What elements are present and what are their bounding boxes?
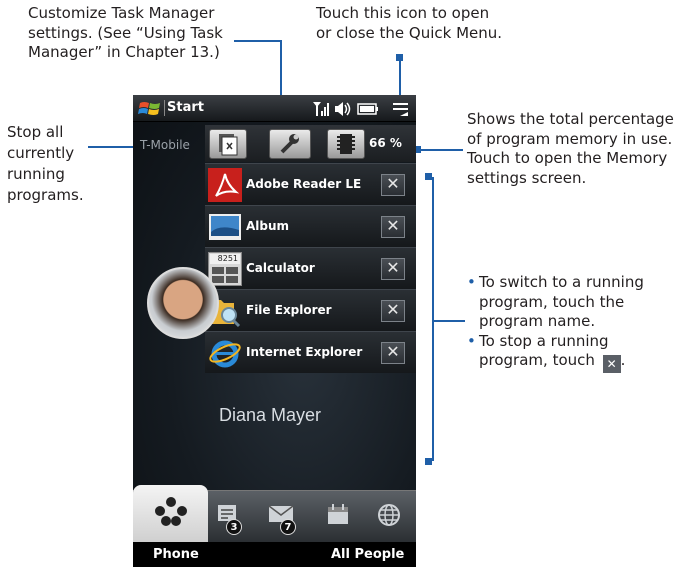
callout-line: To switch to a running bbox=[479, 273, 644, 291]
title-start: Start bbox=[167, 100, 204, 115]
calculator-display: 8251 bbox=[210, 254, 240, 264]
close-program-button[interactable]: ✕ bbox=[381, 174, 405, 196]
tab-messages[interactable]: 3 bbox=[208, 491, 260, 543]
internet-explorer-icon bbox=[209, 340, 241, 368]
calculator-icon: 8251 bbox=[208, 252, 242, 286]
callout-running-programs: • To switch to a running program, touch … bbox=[467, 273, 644, 373]
calculator-keys bbox=[209, 265, 241, 285]
callout-line: To stop a running bbox=[479, 331, 609, 350]
windows-start-icon[interactable] bbox=[138, 99, 164, 119]
callout-line: running bbox=[7, 165, 65, 183]
program-row[interactable]: File Explorer ✕ bbox=[205, 289, 416, 331]
wrench-icon bbox=[280, 134, 299, 154]
memory-chip-icon bbox=[337, 134, 355, 154]
callout-line: of program memory in use. bbox=[467, 129, 673, 148]
program-row[interactable]: Internet Explorer ✕ bbox=[205, 331, 416, 373]
callout-line: settings screen. bbox=[467, 168, 587, 187]
task-manager-toolbar: 66 % bbox=[205, 125, 416, 162]
internet-icon bbox=[378, 504, 400, 526]
tab-calendar[interactable] bbox=[314, 491, 364, 543]
bullet-glyph: • bbox=[467, 331, 476, 350]
callout-line: or close the Quick Menu. bbox=[316, 23, 503, 42]
callout-task-manager-settings: Customize Task Manager settings. (See “U… bbox=[28, 4, 223, 63]
callout-line: program, touch bbox=[479, 351, 595, 369]
program-name: Internet Explorer bbox=[246, 345, 363, 359]
callout-line: Shows the total percentage bbox=[467, 110, 674, 128]
all-people-softkey[interactable]: All People bbox=[331, 547, 404, 562]
battery-icon bbox=[357, 103, 378, 115]
close-program-button[interactable]: ✕ bbox=[381, 342, 405, 364]
program-name: Album bbox=[246, 219, 290, 233]
speaker-icon bbox=[335, 102, 351, 116]
bullet-item: • To stop a running program, touch ✕. bbox=[467, 331, 644, 373]
callout-line: Customize Task Manager bbox=[28, 4, 215, 22]
adobe-reader-icon bbox=[208, 168, 242, 202]
stop-all-icon bbox=[219, 134, 238, 156]
bullet-item: • To switch to a running program, touch … bbox=[467, 273, 644, 332]
calendar-icon bbox=[328, 504, 348, 524]
phone-screen: Start T-Mobile 66 % Adobe Reader LE ✕ Al… bbox=[133, 95, 416, 567]
tab-people[interactable] bbox=[133, 485, 208, 543]
program-name: Adobe Reader LE bbox=[246, 177, 362, 191]
email-badge: 7 bbox=[280, 519, 296, 535]
callout-line: Stop all bbox=[7, 123, 64, 141]
callout-line: Touch this icon to open bbox=[316, 4, 490, 22]
task-manager-settings-button[interactable] bbox=[269, 129, 311, 159]
program-name: File Explorer bbox=[246, 303, 332, 317]
callout-line: settings. (See “Using Task bbox=[28, 23, 223, 42]
tab-internet[interactable] bbox=[364, 491, 416, 543]
tab-email[interactable]: 7 bbox=[260, 491, 312, 543]
callout-line: programs. bbox=[7, 186, 84, 204]
callout-line: program name. bbox=[479, 312, 596, 330]
close-program-button[interactable]: ✕ bbox=[381, 258, 405, 280]
callout-memory: Shows the total percentage of program me… bbox=[467, 110, 674, 188]
close-program-button[interactable]: ✕ bbox=[381, 300, 405, 322]
callout-line: program, touch the bbox=[479, 292, 625, 311]
program-name: Calculator bbox=[246, 261, 315, 275]
program-row[interactable]: 8251 Calculator ✕ bbox=[205, 247, 416, 289]
close-icon: ✕ bbox=[602, 355, 621, 373]
callout-line: currently bbox=[7, 144, 75, 162]
separator bbox=[164, 100, 165, 116]
period-glyph: . bbox=[620, 351, 626, 369]
stop-all-button[interactable] bbox=[209, 129, 247, 159]
running-programs-list: Adobe Reader LE ✕ Album ✕ 8251 Calculato… bbox=[205, 163, 416, 373]
phone-softkey[interactable]: Phone bbox=[153, 547, 199, 562]
memory-button[interactable] bbox=[327, 129, 365, 159]
title-bar: Start bbox=[133, 95, 416, 122]
bullet-glyph: • bbox=[467, 273, 476, 291]
signal-icon bbox=[313, 102, 329, 116]
softkey-bar: Phone All People bbox=[133, 542, 416, 567]
memory-percent[interactable]: 66 % bbox=[369, 136, 402, 150]
callout-stop-all: Stop all currently running programs. bbox=[7, 122, 84, 206]
tab-bar: 3 7 bbox=[133, 485, 416, 543]
contact-name[interactable]: Diana Mayer bbox=[219, 405, 321, 426]
contact-avatar[interactable] bbox=[147, 267, 219, 339]
people-icon bbox=[155, 497, 187, 526]
callout-quick-menu: Touch this icon to open or close the Qui… bbox=[316, 4, 502, 43]
album-icon bbox=[209, 214, 241, 240]
callout-line: Manager” in Chapter 13.) bbox=[28, 43, 220, 61]
program-row[interactable]: Album ✕ bbox=[205, 205, 416, 247]
close-program-button[interactable]: ✕ bbox=[381, 216, 405, 238]
callout-line: Touch to open the Memory bbox=[467, 149, 668, 167]
quick-menu-icon[interactable] bbox=[392, 101, 410, 117]
carrier-name: T-Mobile bbox=[140, 138, 190, 152]
program-row[interactable]: Adobe Reader LE ✕ bbox=[205, 163, 416, 205]
callout-line-with-icon: program, touch ✕. bbox=[479, 351, 644, 373]
messages-badge: 3 bbox=[226, 519, 242, 535]
